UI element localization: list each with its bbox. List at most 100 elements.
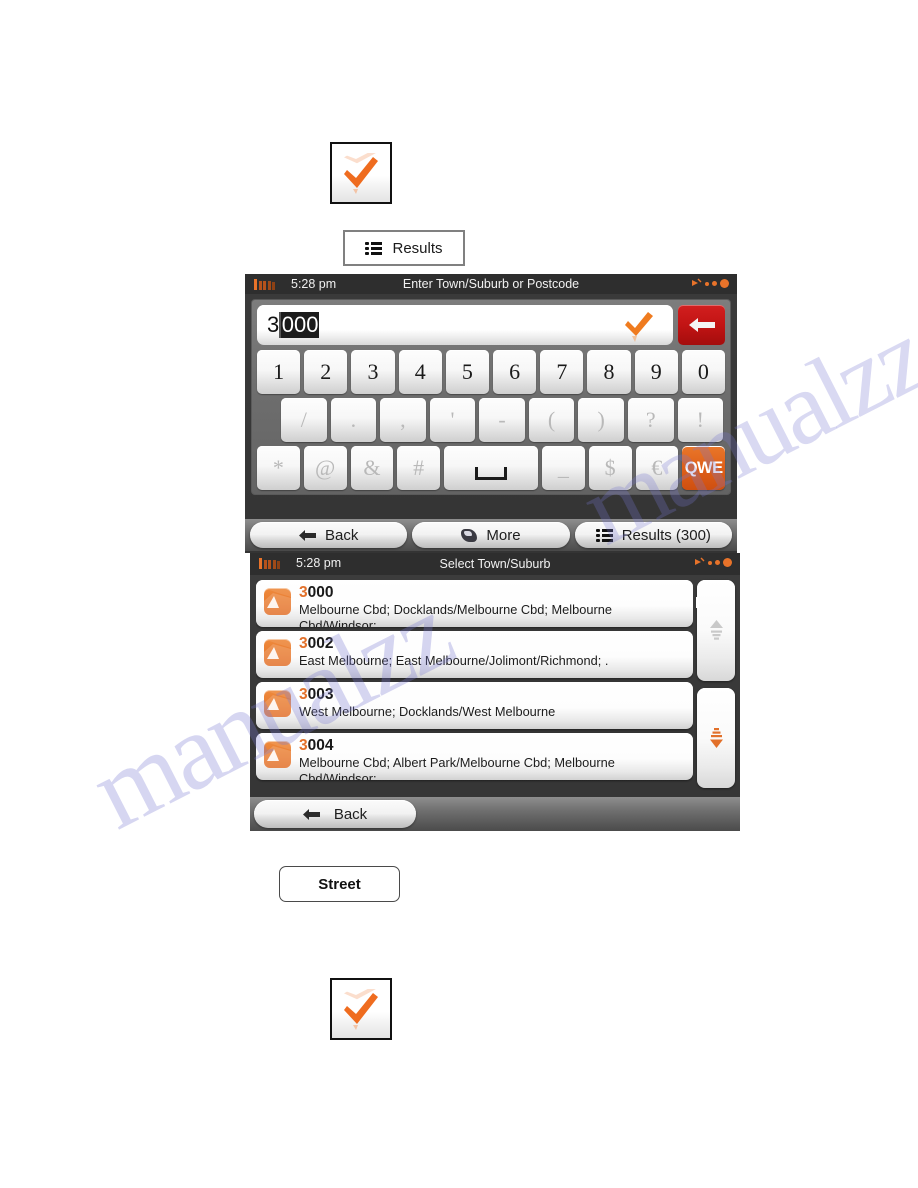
key-period[interactable]: .	[330, 398, 377, 442]
search-input-suggestion: 000	[280, 312, 320, 338]
key-hash[interactable]: #	[397, 446, 440, 490]
key-4[interactable]: 4	[398, 350, 442, 394]
back-button[interactable]: Back	[254, 800, 416, 828]
key-hyphen[interactable]: -	[479, 398, 525, 442]
keyboard-screen-body: 3 000 1 2 3 4 5 6 7 8 9 0 / . , ' - () …	[245, 294, 737, 553]
key-space[interactable]	[444, 446, 539, 490]
street-button-label: Street	[318, 875, 361, 893]
list-and-scroll: 3000 Melbourne Cbd; Docklands/Melbourne …	[256, 580, 735, 788]
key-ampersand[interactable]: &	[350, 446, 394, 490]
key-layout-switch[interactable]: QWE	[682, 446, 726, 490]
more-button-label: More	[486, 526, 521, 544]
check-icon	[340, 989, 382, 1030]
check-icon	[340, 153, 382, 194]
postcode: 3004	[299, 737, 334, 754]
key-underscore[interactable]: _	[542, 446, 585, 490]
list-item-text: 3003 West Melbourne; Docklands/West Melb…	[299, 685, 685, 720]
confirm-check-button-bottom[interactable]	[330, 978, 392, 1040]
backspace-button[interactable]	[678, 305, 725, 345]
screen-title: Select Town/Suburb	[439, 557, 551, 571]
more-icon	[461, 528, 478, 542]
key-6[interactable]: 6	[493, 350, 537, 394]
postcode: 3003	[299, 686, 334, 703]
keyboard-row-symbols: * @ & # _ $ € QWE	[257, 446, 726, 490]
back-button-label: Back	[333, 805, 368, 823]
device-screenshot-keyboard: 5:28 pm Enter Town/Suburb or Postcode 30…	[245, 274, 737, 553]
search-input-value: 3 000	[267, 312, 320, 338]
key-euro[interactable]: €	[635, 446, 679, 490]
results-count-label: Results (300)	[621, 526, 711, 544]
results-list: 3000 Melbourne Cbd; Docklands/Melbourne …	[256, 580, 693, 788]
suburb-list: Melbourne Cbd; Docklands/Melbourne Cbd; …	[299, 602, 612, 627]
back-button[interactable]: Back	[250, 522, 408, 548]
keyboard-row-punctuation: / . , ' - ( ) ? !	[257, 398, 725, 442]
key-paren-open[interactable]: (	[528, 398, 575, 442]
satellite-icon	[694, 557, 732, 568]
bottom-toolbar-keyboard: Back More Results (300)	[245, 519, 737, 551]
more-button[interactable]: More	[412, 522, 570, 548]
postcode-rest: 003	[307, 686, 334, 703]
list-item-text: 3000 Melbourne Cbd; Docklands/Melbourne …	[299, 583, 685, 627]
key-2[interactable]: 2	[304, 350, 348, 394]
postcode-match: 3	[299, 635, 308, 652]
key-paren-close[interactable]: )	[578, 398, 624, 442]
suburb-list: East Melbourne; East Melbourne/Jolimont/…	[299, 653, 609, 668]
key-at[interactable]: @	[303, 446, 347, 490]
device-screenshot-results-list: 5:28 pm Select Town/Suburb 3000 Melbourn…	[250, 553, 740, 831]
list-item[interactable]: 3003 West Melbourne; Docklands/West Melb…	[256, 682, 693, 729]
space-bar-icon	[475, 466, 508, 480]
place-icon	[264, 690, 291, 717]
scroll-position-marker	[696, 597, 699, 608]
list-item[interactable]: 3000 Melbourne Cbd; Docklands/Melbourne …	[256, 580, 693, 627]
arrow-left-icon	[302, 808, 320, 821]
key-0[interactable]: 0	[681, 350, 726, 394]
list-icon	[595, 528, 613, 542]
results-count-button[interactable]: Results (300)	[574, 522, 732, 548]
scroll-up-button[interactable]	[697, 580, 735, 681]
key-exclamation[interactable]: !	[677, 398, 724, 442]
status-bar: 5:28 pm Select Town/Suburb	[250, 553, 740, 575]
confirm-check-button-top[interactable]	[330, 142, 392, 204]
key-comma[interactable]: ,	[380, 398, 426, 442]
bottom-toolbar-list: Back	[250, 797, 740, 831]
key-1[interactable]: 1	[257, 350, 301, 394]
list-item[interactable]: 3004 Melbourne Cbd; Albert Park/Melbourn…	[256, 733, 693, 780]
search-input[interactable]: 3 000	[257, 305, 673, 345]
satellite-icon	[691, 278, 729, 289]
results-button[interactable]: Results	[343, 230, 465, 266]
backspace-arrow-icon	[688, 318, 715, 332]
key-5[interactable]: 5	[445, 350, 490, 394]
key-3[interactable]: 3	[351, 350, 395, 394]
place-icon	[264, 741, 291, 768]
input-row: 3 000	[257, 305, 725, 345]
accept-check-icon[interactable]	[623, 309, 655, 342]
key-question[interactable]: ?	[627, 398, 674, 442]
document-page: manualzz manualzz.com Results 5:28 pm En…	[0, 0, 918, 1188]
key-dollar[interactable]: $	[588, 446, 632, 490]
scrollbar[interactable]	[697, 580, 735, 788]
scroll-up-icon	[709, 620, 723, 640]
street-button[interactable]: Street	[279, 866, 400, 902]
results-button-label: Results	[392, 239, 443, 257]
key-slash[interactable]: /	[281, 398, 327, 442]
screen-title: Enter Town/Suburb or Postcode	[402, 277, 580, 291]
scroll-down-icon	[709, 727, 723, 748]
postcode-match: 3	[299, 686, 308, 703]
list-item[interactable]: 3002 East Melbourne; East Melbourne/Joli…	[256, 631, 693, 678]
suburb-list: West Melbourne; Docklands/West Melbourne	[299, 704, 556, 719]
results-list-body: 3000 Melbourne Cbd; Docklands/Melbourne …	[250, 575, 740, 831]
keyboard-panel: 3 000 1 2 3 4 5 6 7 8 9 0 / . , ' - () …	[251, 299, 731, 495]
postcode-match: 3	[299, 584, 308, 601]
key-apostrophe[interactable]: '	[429, 398, 476, 442]
postcode-rest: 004	[307, 737, 334, 754]
list-item-text: 3002 East Melbourne; East Melbourne/Joli…	[299, 634, 685, 669]
back-button-label: Back	[324, 526, 359, 544]
key-7[interactable]: 7	[540, 350, 584, 394]
postcode-rest: 002	[307, 635, 334, 652]
arrow-left-icon	[298, 529, 316, 542]
key-asterisk[interactable]: *	[257, 446, 300, 490]
scroll-down-button[interactable]	[697, 687, 735, 788]
place-icon	[264, 588, 291, 615]
key-9[interactable]: 9	[634, 350, 678, 394]
key-8[interactable]: 8	[587, 350, 631, 394]
